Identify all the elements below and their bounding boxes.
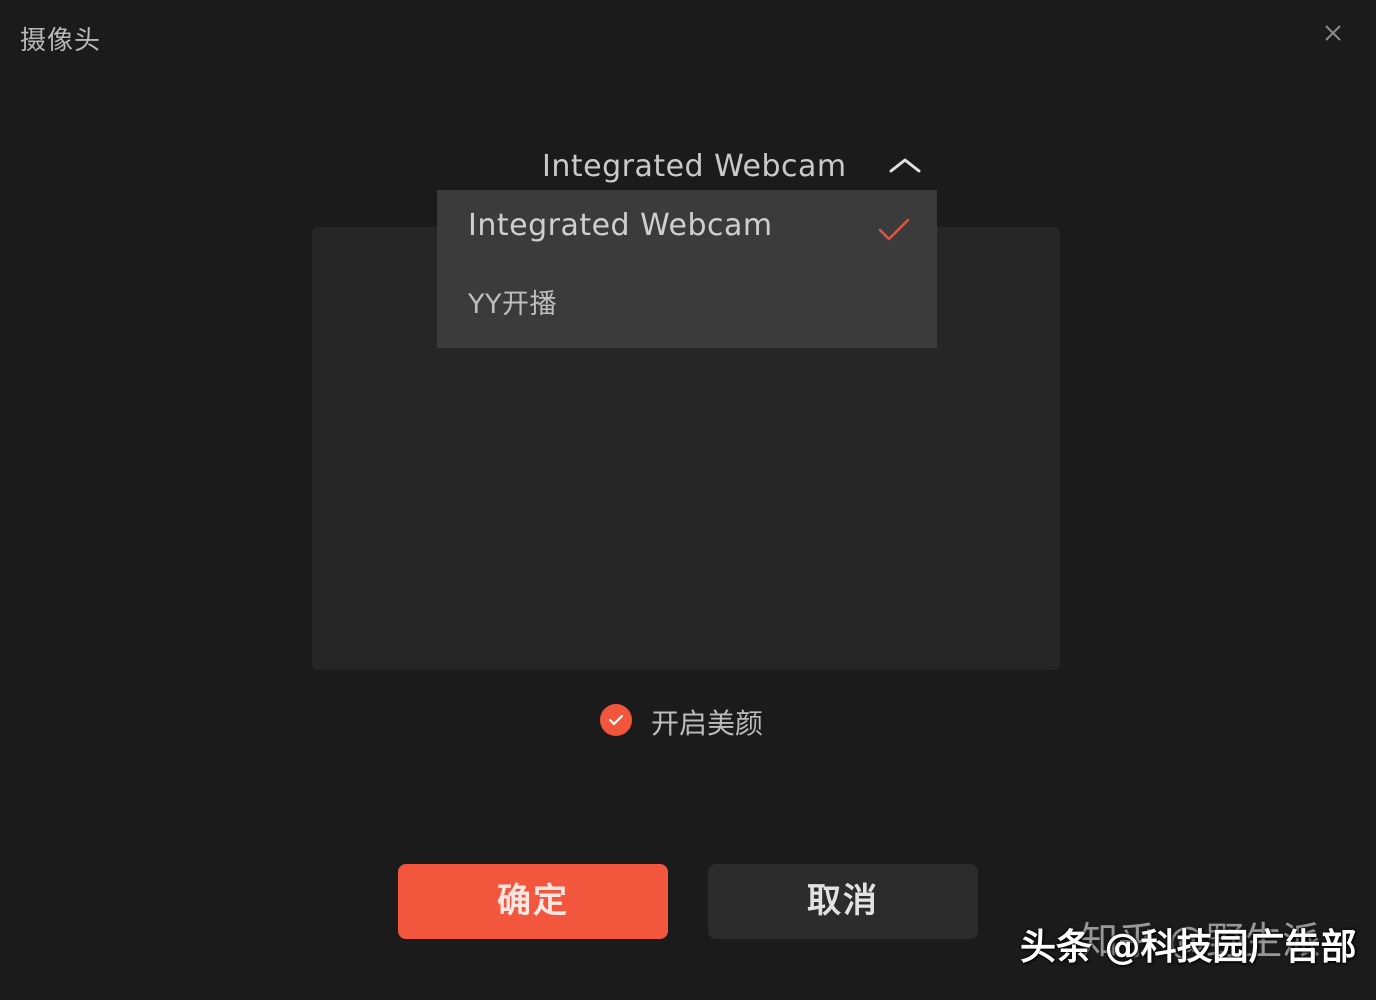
check-icon	[877, 216, 911, 244]
camera-dropdown-menu: Integrated Webcam YY开播	[437, 190, 937, 348]
camera-settings-dialog: 摄像头 Integrated Webcam Integrated Webcam …	[0, 0, 1376, 1000]
chevron-up-icon[interactable]	[888, 154, 922, 176]
dialog-title: 摄像头	[20, 26, 102, 56]
beauty-toggle[interactable]: 开启美颜	[598, 700, 798, 740]
camera-select-value: Integrated Webcam	[542, 149, 847, 184]
beauty-checkbox[interactable]	[600, 704, 632, 736]
close-icon[interactable]	[1318, 18, 1348, 48]
cancel-button[interactable]: 取消	[708, 864, 978, 939]
confirm-button[interactable]: 确定	[398, 864, 668, 939]
watermark: 头条 @科技园广告部	[1020, 927, 1357, 968]
beauty-label: 开启美颜	[651, 707, 764, 740]
camera-select[interactable]: Integrated Webcam	[540, 140, 940, 190]
camera-option-label: Integrated Webcam	[468, 208, 773, 243]
camera-option-yy[interactable]: YY开播	[437, 266, 937, 342]
camera-option-label: YY开播	[468, 289, 557, 320]
camera-option-integrated-webcam[interactable]: Integrated Webcam	[437, 190, 937, 266]
